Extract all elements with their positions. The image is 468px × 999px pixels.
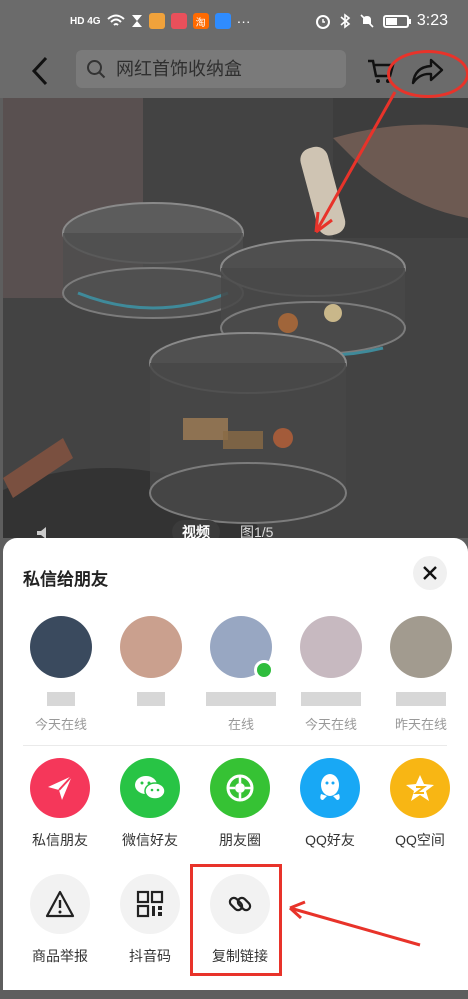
- jewelry-organizer-illustration: [3, 98, 468, 538]
- annotation-highlight-copy-link: [190, 864, 282, 976]
- douyin-code-button[interactable]: 抖音码: [105, 874, 195, 966]
- friend-item[interactable]: 今天在线: [291, 616, 371, 733]
- friend-status: 今天在线: [34, 717, 87, 732]
- share-target-wechat[interactable]: 微信好友: [105, 758, 195, 850]
- blurred-friend-name: [301, 692, 361, 706]
- app-blue-notification-icon: [214, 13, 231, 29]
- action-circle: [30, 874, 90, 934]
- avatar: [210, 616, 274, 680]
- status-left-icons: HD 4G 淘 ···: [70, 13, 251, 29]
- share-target-label: 私信朋友: [32, 832, 88, 848]
- app-notification-icon: [148, 13, 165, 29]
- warning-icon: [45, 890, 75, 918]
- action-label: 商品举报: [32, 948, 88, 964]
- close-icon: [423, 566, 437, 580]
- share-target-label: QQ空间: [395, 832, 445, 848]
- bottom-edge: [0, 990, 468, 999]
- more-notifications-icon: ···: [236, 13, 251, 29]
- blurred-friend-name: [137, 692, 165, 706]
- share-target-circle: [120, 758, 180, 818]
- share-target-circle: [390, 758, 450, 818]
- friend-list: 今天在线 在线 今天在线 昨天在线: [3, 616, 468, 732]
- status-right-icons: 3:23: [315, 12, 448, 30]
- friend-item[interactable]: 今天在线: [21, 616, 101, 733]
- search-placeholder: 网红首饰收纳盒: [116, 59, 242, 79]
- online-indicator: [254, 660, 274, 680]
- battery-icon: [382, 14, 411, 28]
- share-target-circle: [300, 758, 360, 818]
- wechat-icon: [135, 776, 166, 800]
- share-target-qzone[interactable]: QQ空间: [375, 758, 465, 850]
- friend-item[interactable]: [111, 616, 191, 714]
- share-target-label: 微信好友: [122, 832, 178, 848]
- bluetooth-icon: [340, 13, 351, 29]
- clock: 3:23: [416, 12, 448, 29]
- blurred-friend-name: [396, 692, 446, 706]
- mute-icon: [360, 14, 374, 28]
- paper-plane-icon: [48, 775, 73, 800]
- search-icon: [87, 60, 106, 79]
- action-circle: [120, 874, 180, 934]
- annotation-highlight-share: [387, 50, 468, 98]
- taobao-notification-icon: 淘: [192, 13, 209, 29]
- wifi-icon: [106, 14, 125, 26]
- share-target-circle: [30, 758, 90, 818]
- divider: [23, 745, 447, 746]
- network-indicator: HD 4G: [70, 15, 101, 27]
- share-target-circle: [210, 758, 270, 818]
- back-arrow-icon[interactable]: [26, 54, 56, 88]
- share-target-label: QQ好友: [305, 832, 355, 848]
- qzone-icon: [406, 775, 434, 801]
- blurred-friend-name: [206, 692, 276, 706]
- friend-status: 昨天在线: [394, 717, 447, 732]
- avatar: [390, 616, 452, 678]
- status-bar: HD 4G 淘 ··· 3:23: [0, 0, 468, 46]
- qq-icon: [320, 774, 340, 800]
- share-target-qq[interactable]: QQ好友: [285, 758, 375, 850]
- friend-status: 在线: [227, 717, 254, 732]
- friend-item[interactable]: 昨天在线: [381, 616, 461, 733]
- friend-status: 今天在线: [304, 717, 357, 732]
- avatar: [30, 616, 92, 678]
- product-image[interactable]: [3, 98, 468, 538]
- report-product-button[interactable]: 商品举报: [15, 874, 105, 966]
- qr-code-icon: [136, 890, 164, 918]
- blurred-friend-name: [47, 692, 75, 706]
- share-target-private-message[interactable]: 私信朋友: [15, 758, 105, 850]
- search-input[interactable]: 网红首饰收纳盒: [76, 50, 346, 88]
- avatar: [120, 616, 182, 678]
- moments-icon: [226, 774, 254, 802]
- alarm-icon: [315, 15, 330, 29]
- share-target-moments[interactable]: 朋友圈: [195, 758, 285, 850]
- sheet-title: 私信给朋友: [23, 570, 108, 589]
- friend-item[interactable]: 在线: [201, 616, 281, 733]
- action-label: 抖音码: [129, 948, 171, 964]
- close-button[interactable]: [413, 556, 447, 590]
- weibo-notification-icon: [170, 13, 187, 29]
- avatar: [300, 616, 362, 678]
- hourglass-icon: [131, 15, 142, 27]
- share-target-label: 朋友圈: [219, 832, 261, 848]
